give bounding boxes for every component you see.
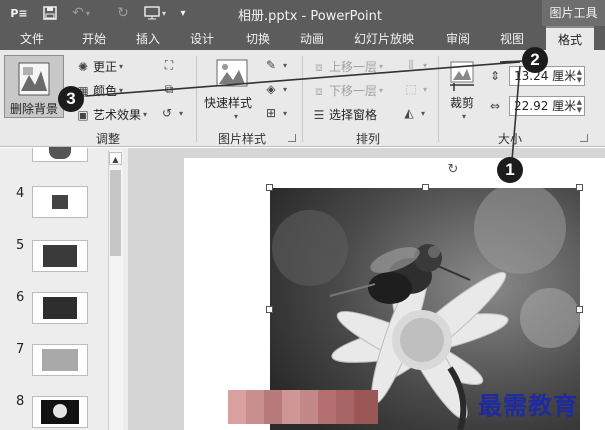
callout-number: 3 (58, 86, 84, 112)
callout-number: 1 (497, 157, 523, 183)
callout-number: 2 (522, 47, 548, 73)
watermark-text: 最需教育 (478, 391, 578, 420)
powerpoint-window: P≡ ↶ ▾ ↻ ▾ ▾ 相册.pptx - PowerPoint 图片工具 文件… (0, 0, 605, 430)
callout-lines (85, 59, 547, 161)
